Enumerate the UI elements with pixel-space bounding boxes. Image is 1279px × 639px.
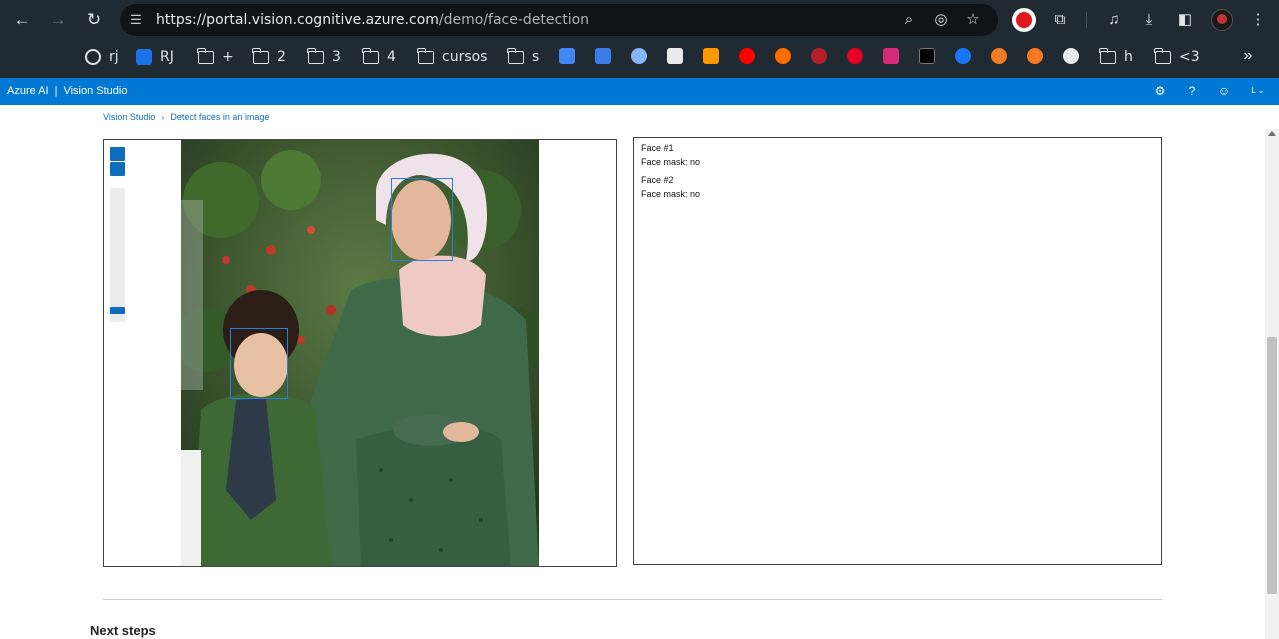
face-result-2: Face #2 Face mask: no bbox=[641, 173, 700, 201]
toolbar-divider bbox=[1086, 12, 1087, 28]
pinterest-icon[interactable] bbox=[847, 48, 863, 64]
account-menu[interactable]: L ⌄ bbox=[1244, 82, 1272, 100]
browser-toolbar: ← → ↻ ☰ https://portal.vision.cognitive.… bbox=[0, 0, 1279, 40]
zoom-out-button[interactable] bbox=[110, 162, 125, 176]
profile-avatar[interactable] bbox=[1211, 9, 1233, 31]
face-title: Face #1 bbox=[641, 143, 674, 153]
face-mask-status: Face mask: no bbox=[641, 189, 701, 199]
header-brand[interactable]: Azure AI | Vision Studio bbox=[7, 78, 127, 105]
amazon-icon[interactable] bbox=[703, 48, 719, 64]
face-result-1: Face #1 Face mask: no bbox=[641, 141, 700, 169]
bookmark-rj-upper[interactable]: RJ bbox=[136, 46, 174, 68]
bookmark-folder-plus[interactable]: + bbox=[197, 46, 234, 68]
calendar-icon[interactable] bbox=[559, 48, 575, 64]
url-host: https://portal.vision.cognitive.azure.co… bbox=[156, 12, 439, 28]
settings-icon[interactable]: ⚙ bbox=[1151, 82, 1169, 100]
help-icon[interactable]: ? bbox=[1183, 82, 1201, 100]
zoom-slider[interactable] bbox=[110, 188, 125, 322]
url-path: /demo/face-detection bbox=[438, 12, 590, 28]
brand-azure-ai: Azure AI bbox=[7, 85, 49, 97]
bookmark-folder-h[interactable]: h bbox=[1099, 46, 1133, 68]
zoom-slider-thumb[interactable] bbox=[110, 307, 125, 314]
scrollbar-thumb[interactable] bbox=[1267, 337, 1277, 594]
page-scrollbar[interactable] bbox=[1265, 129, 1279, 639]
brand-separator: | bbox=[54, 85, 58, 97]
next-steps-heading: Next steps bbox=[90, 623, 156, 638]
facebook-icon[interactable] bbox=[955, 48, 971, 64]
app-icon[interactable] bbox=[1063, 48, 1079, 64]
download-icon[interactable]: ⤓ bbox=[1138, 9, 1160, 31]
menu-icon[interactable]: ⋮ bbox=[1247, 9, 1269, 31]
app-icon[interactable] bbox=[775, 48, 791, 64]
bookmark-folder-cursos[interactable]: cursos bbox=[417, 46, 487, 68]
star-icon[interactable]: ☆ bbox=[963, 10, 983, 30]
bookmarks-overflow-icon[interactable]: » bbox=[1238, 45, 1258, 67]
sidebar-icon[interactable]: ◧ bbox=[1174, 9, 1196, 31]
app-icon[interactable] bbox=[1027, 48, 1043, 64]
folder-icon bbox=[417, 47, 434, 64]
zoom-in-button[interactable] bbox=[110, 147, 125, 161]
puzzle-icon[interactable]: ⧉ bbox=[1049, 9, 1071, 31]
detection-results: Face #1 Face mask: no Face #2 Face mask:… bbox=[633, 137, 1162, 565]
sample-photo bbox=[181, 140, 539, 566]
folder-icon bbox=[507, 47, 524, 64]
folder-icon bbox=[1099, 47, 1116, 64]
scroll-up-icon[interactable] bbox=[1268, 131, 1276, 136]
brand-vision-studio: Vision Studio bbox=[63, 85, 128, 97]
chevron-down-icon: ⌄ bbox=[1257, 86, 1265, 95]
folder-icon bbox=[252, 47, 269, 64]
bookmark-folder-heart[interactable]: <3 bbox=[1154, 46, 1200, 68]
forward-icon[interactable]: → bbox=[45, 8, 71, 32]
extension-icon[interactable] bbox=[1012, 8, 1036, 32]
bookmarks-bar: rj RJ + 2 3 4 cursos s h <3 bbox=[0, 40, 1279, 104]
bookmark-folder-2[interactable]: 2 bbox=[252, 46, 286, 68]
reload-icon[interactable]: ↻ bbox=[81, 8, 107, 32]
url-text[interactable]: https://portal.vision.cognitive.azure.co… bbox=[156, 4, 589, 36]
back-icon[interactable]: ← bbox=[9, 8, 35, 32]
address-bar[interactable]: ☰ https://portal.vision.cognitive.azure.… bbox=[120, 4, 998, 36]
image-viewer bbox=[103, 139, 617, 567]
face-title: Face #2 bbox=[641, 175, 674, 185]
globe-icon bbox=[85, 49, 101, 65]
folder-icon bbox=[307, 47, 324, 64]
feedback-icon[interactable]: ☺ bbox=[1215, 82, 1233, 100]
k-icon[interactable] bbox=[667, 48, 683, 64]
browser-chrome: ← → ↻ ☰ https://portal.vision.cognitive.… bbox=[0, 0, 1279, 104]
face-box-2 bbox=[230, 328, 288, 399]
x-icon[interactable] bbox=[919, 48, 935, 64]
eye-off-icon[interactable]: ◎ bbox=[931, 10, 951, 30]
translate-icon[interactable] bbox=[595, 48, 611, 64]
bookmark-folder-4[interactable]: 4 bbox=[362, 46, 396, 68]
face-mask-status: Face mask: no bbox=[641, 157, 701, 167]
breadcrumb-root[interactable]: Vision Studio bbox=[103, 112, 155, 122]
section-divider bbox=[103, 599, 1162, 600]
face-box-1 bbox=[391, 178, 453, 261]
site-settings-icon[interactable]: ☰ bbox=[128, 12, 144, 28]
account-initial: L bbox=[1251, 86, 1256, 95]
bookmark-folder-3[interactable]: 3 bbox=[307, 46, 341, 68]
breadcrumb: Vision Studio › Detect faces in an image bbox=[103, 111, 269, 123]
folder-icon bbox=[197, 47, 214, 64]
breadcrumb-current[interactable]: Detect faces in an image bbox=[170, 112, 269, 122]
assistant-icon[interactable] bbox=[631, 48, 647, 64]
media-icon[interactable]: ♫ bbox=[1103, 9, 1125, 31]
folder-icon bbox=[362, 47, 379, 64]
youtube-music-icon[interactable] bbox=[739, 48, 755, 64]
chevron-right-icon: › bbox=[161, 112, 165, 122]
instagram-icon[interactable] bbox=[883, 48, 899, 64]
app-icon[interactable] bbox=[811, 48, 827, 64]
azure-header: Azure AI | Vision Studio ⚙ ? ☺ L ⌄ bbox=[0, 78, 1279, 105]
app-icon[interactable] bbox=[991, 48, 1007, 64]
zoom-icon[interactable]: ⌕ bbox=[899, 10, 919, 30]
bookmark-rj-lower[interactable]: rj bbox=[85, 46, 119, 68]
folder-icon bbox=[1154, 47, 1171, 64]
bookmark-folder-s[interactable]: s bbox=[507, 46, 539, 68]
site-icon bbox=[136, 49, 152, 65]
